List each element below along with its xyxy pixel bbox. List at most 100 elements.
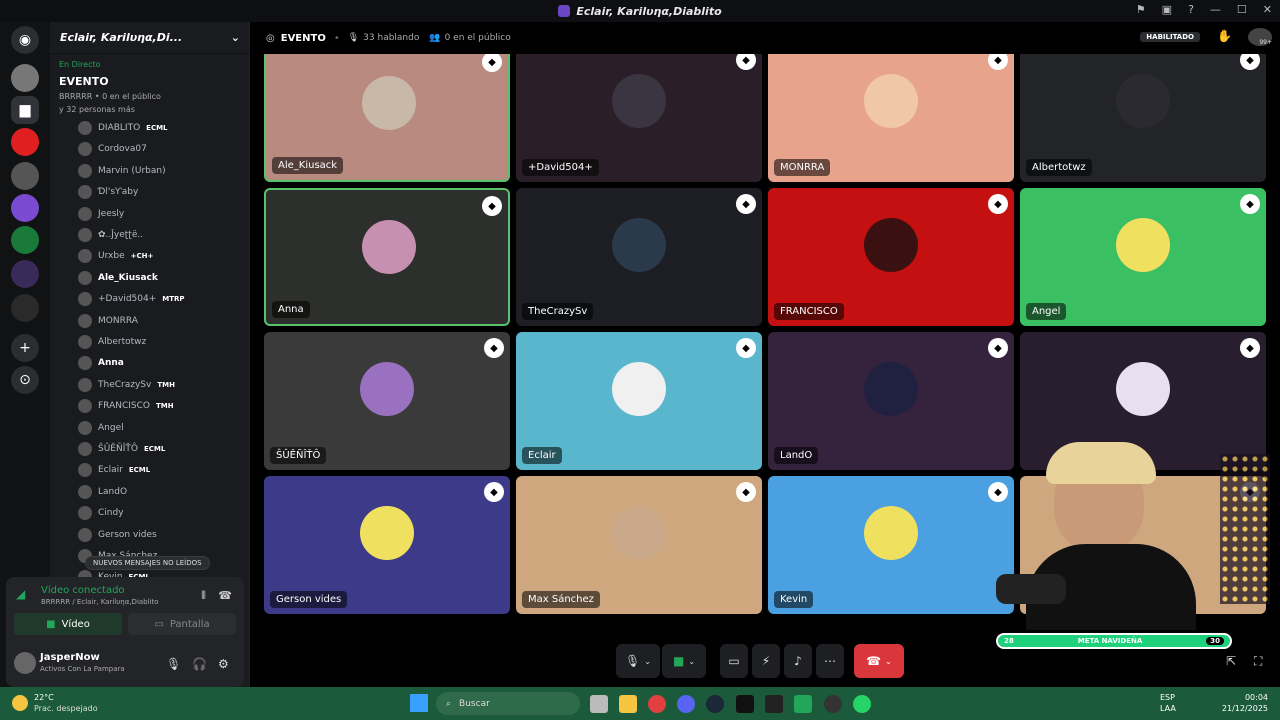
activity-icon[interactable]: ⚡ bbox=[752, 644, 780, 678]
video-button[interactable]: ■ Vídeo bbox=[14, 613, 122, 635]
discord-icon[interactable] bbox=[677, 695, 695, 713]
windows-start-icon[interactable] bbox=[410, 694, 428, 712]
soundboard-icon[interactable]: ♪ bbox=[784, 644, 812, 678]
pin-icon[interactable]: ◆ bbox=[736, 482, 756, 502]
steam-icon[interactable] bbox=[706, 695, 724, 713]
chrome-icon[interactable] bbox=[648, 695, 666, 713]
user-list-item[interactable]: ✿..Ĵyeʈʈë.. bbox=[78, 225, 243, 245]
participant-tile[interactable]: ◆ Ale_Kiusack bbox=[264, 54, 510, 182]
minimize-button[interactable]: — bbox=[1210, 3, 1221, 16]
pin-icon[interactable]: ◆ bbox=[988, 194, 1008, 214]
participant-tile[interactable]: ◆ Eclair bbox=[516, 332, 762, 470]
fullscreen-icon[interactable]: ⛶ bbox=[1254, 654, 1262, 669]
camera-button[interactable]: ■ ⌄ bbox=[662, 644, 706, 678]
user-list-item[interactable]: DIABLITO ECML bbox=[78, 118, 243, 138]
disconnect-icon[interactable]: ☎ bbox=[218, 589, 232, 602]
avatar[interactable] bbox=[14, 652, 36, 674]
weather-icon[interactable] bbox=[12, 695, 28, 711]
server-icon[interactable] bbox=[11, 294, 39, 322]
pin-icon[interactable]: ◆ bbox=[736, 54, 756, 70]
app-icon[interactable] bbox=[794, 695, 812, 713]
add-server-icon[interactable]: + bbox=[11, 334, 39, 362]
user-list-item[interactable]: Urxbe +CH+ bbox=[78, 246, 243, 266]
user-list-item[interactable]: MONRRA bbox=[78, 311, 243, 331]
clock-time[interactable]: 00:04 bbox=[1245, 693, 1268, 702]
participant-tile[interactable]: ◆ Anna bbox=[264, 188, 510, 326]
chevron-down-icon[interactable]: ⌄ bbox=[231, 31, 240, 44]
close-button[interactable]: ✕ bbox=[1263, 3, 1272, 16]
help-icon[interactable]: ? bbox=[1188, 3, 1194, 16]
server-icon[interactable] bbox=[11, 162, 39, 190]
popout-icon[interactable]: ⇱ bbox=[1226, 654, 1236, 668]
server-icon[interactable] bbox=[11, 194, 39, 222]
user-list-item[interactable]: Eclair ECML bbox=[78, 460, 243, 480]
more-icon[interactable]: ⋯ bbox=[816, 644, 844, 678]
microphone-button[interactable]: 🎙 ⌄ bbox=[616, 644, 660, 678]
user-list-item[interactable]: FRANCISCO TMH bbox=[78, 396, 243, 416]
app-icon[interactable] bbox=[765, 695, 783, 713]
server-icon[interactable] bbox=[11, 128, 39, 156]
microphone-icon[interactable]: 🎙 bbox=[166, 657, 181, 671]
tiktok-icon[interactable] bbox=[736, 695, 754, 713]
server-avatar[interactable] bbox=[11, 64, 39, 92]
user-list-item[interactable]: ŜÛÊÑÎŤÔ ECML bbox=[78, 439, 243, 459]
pin-icon[interactable]: ◆ bbox=[736, 338, 756, 358]
participant-tile[interactable]: ◆ ŜÛÊÑÎŤÔ bbox=[264, 332, 510, 470]
user-list-item[interactable]: Angel bbox=[78, 418, 243, 438]
explorer-icon[interactable] bbox=[619, 695, 637, 713]
inbox-icon[interactable]: ⚑ bbox=[1136, 3, 1146, 16]
participant-tile[interactable]: ◆ Angel bbox=[1020, 188, 1266, 326]
folder-icon[interactable]: ▆ bbox=[11, 96, 39, 124]
participant-tile[interactable]: ◆ FRANCISCO bbox=[768, 188, 1014, 326]
whatsapp-icon[interactable] bbox=[853, 695, 871, 713]
obs-icon[interactable] bbox=[824, 695, 842, 713]
server-icon[interactable] bbox=[11, 260, 39, 288]
taskview-icon[interactable] bbox=[590, 695, 608, 713]
server-header[interactable]: Eclair, Karilυηα,Di... ⌄ bbox=[50, 22, 250, 54]
participant-tile[interactable]: ◆ TheCrazySv bbox=[516, 188, 762, 326]
pin-icon[interactable]: ◆ bbox=[736, 194, 756, 214]
pin-icon[interactable]: ◆ bbox=[482, 196, 502, 216]
participant-tile[interactable]: ◆ +David504+ bbox=[516, 54, 762, 182]
user-list-item[interactable]: Jeesly bbox=[78, 204, 243, 224]
user-list-item[interactable]: Ale_Kiusack bbox=[78, 268, 243, 288]
leave-call-button[interactable]: ☎ ⌄ bbox=[854, 644, 904, 678]
pin-icon[interactable]: ◆ bbox=[1240, 338, 1260, 358]
user-list-item[interactable]: Albertotwz bbox=[78, 332, 243, 352]
user-list-item[interactable]: LandO bbox=[78, 482, 243, 502]
pin-icon[interactable]: ◆ bbox=[484, 482, 504, 502]
gear-icon[interactable]: ⚙ bbox=[218, 657, 229, 671]
screen-share-button[interactable]: ▭ Pantalla bbox=[128, 613, 236, 635]
raise-hand-icon[interactable]: ✋ bbox=[1217, 29, 1232, 43]
soundwave-icon[interactable]: ⦀ bbox=[201, 589, 206, 603]
pin-icon[interactable]: ◆ bbox=[1240, 194, 1260, 214]
server-icon[interactable] bbox=[11, 226, 39, 254]
headphones-icon[interactable]: 🎧 bbox=[192, 657, 207, 671]
participant-tile[interactable]: ◆ MONRRA bbox=[768, 54, 1014, 182]
pin-icon[interactable]: ◆ bbox=[484, 338, 504, 358]
pin-icon[interactable]: ◆ bbox=[988, 338, 1008, 358]
user-list-item[interactable]: Ɗl'sƳaby bbox=[78, 182, 243, 202]
taskbar-search[interactable]: ⌕ Buscar bbox=[436, 692, 580, 715]
user-list-item[interactable]: +David504+ MTRP bbox=[78, 289, 243, 309]
user-list-item[interactable]: Anna bbox=[78, 353, 243, 373]
user-list-item[interactable]: Cordova07 bbox=[78, 139, 243, 159]
new-messages-pill[interactable]: NUEVOS MENSAJES NO LEÍDOS bbox=[85, 556, 210, 570]
pin-icon[interactable]: ◆ bbox=[482, 54, 502, 72]
discover-icon[interactable]: ⊙ bbox=[11, 366, 39, 394]
screen-icon[interactable]: ▣ bbox=[1162, 3, 1172, 16]
screen-share-icon[interactable]: ▭ bbox=[720, 644, 748, 678]
lang-label[interactable]: ESP bbox=[1160, 693, 1175, 702]
participant-tile[interactable]: ◆ Albertotwz bbox=[1020, 54, 1266, 182]
user-list-item[interactable]: TheCrazySv TMH bbox=[78, 375, 243, 395]
discord-home-icon[interactable]: ◉ bbox=[11, 26, 39, 54]
notification-badge[interactable]: 99+ bbox=[1248, 28, 1272, 46]
user-list-item[interactable]: Cindy bbox=[78, 503, 243, 523]
pin-icon[interactable]: ◆ bbox=[988, 54, 1008, 70]
pin-icon[interactable]: ◆ bbox=[1240, 54, 1260, 70]
maximize-button[interactable]: ☐ bbox=[1237, 3, 1247, 16]
participant-tile[interactable]: ◆ Gerson vides bbox=[264, 476, 510, 614]
participant-tile[interactable]: ◆ Max Sánchez bbox=[516, 476, 762, 614]
user-list-item[interactable]: Gerson vides bbox=[78, 525, 243, 545]
user-list-item[interactable]: Marvin (Urban) bbox=[78, 161, 243, 181]
